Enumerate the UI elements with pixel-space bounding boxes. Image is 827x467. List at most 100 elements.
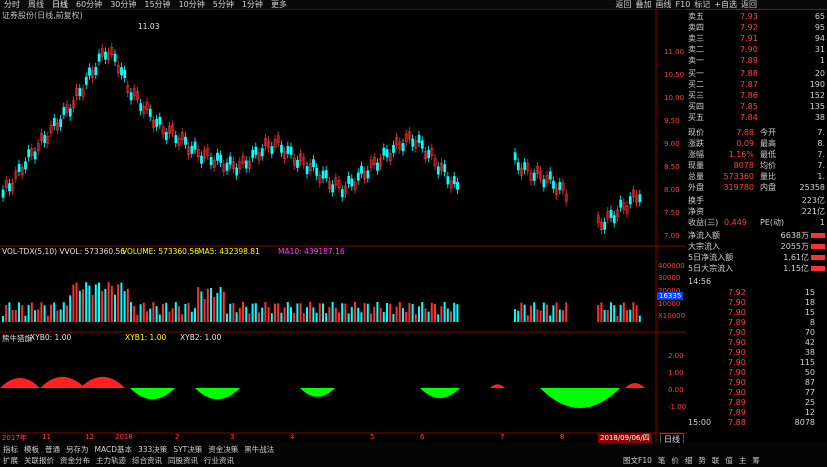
toolbar-right-6[interactable]: 返回 [741, 0, 757, 9]
volume-bar [43, 305, 46, 322]
volume-bar [5, 305, 8, 322]
volume-bar [632, 302, 635, 322]
quote-panel: 卖五 7.93 65 卖四 7.92 95 卖三 7.91 94 卖二 7.90 31 卖一 7.89 1 买… [686, 9, 827, 442]
period-2[interactable]: 日线 [48, 0, 72, 9]
ask-price: 7.93 [740, 12, 758, 21]
quote-extra-1: 净资 221亿 [688, 206, 827, 217]
bottom-tab-4[interactable]: MACD基本 [92, 444, 135, 455]
bottom-link-5[interactable]: 同股资讯 [165, 455, 201, 466]
volume-bar [392, 313, 395, 322]
volume-bar [82, 289, 84, 322]
price-tick-4: 9.00 [664, 140, 680, 148]
volume-bar [165, 302, 168, 322]
volume-bar [46, 315, 49, 322]
volume-bar [238, 307, 241, 322]
volume-bar [251, 303, 254, 322]
volume-bar [94, 284, 97, 322]
bottom-right-tab-4[interactable]: 势 [695, 455, 709, 466]
bottom-tab-3[interactable]: 另存为 [63, 444, 92, 455]
ask-vol: 94 [814, 34, 825, 43]
bottom-right-tab-6[interactable]: 值 [722, 455, 736, 466]
volume-bar [155, 306, 158, 322]
bid-vol: 190 [809, 80, 825, 89]
toolbar-right-2[interactable]: 画线 [656, 0, 672, 9]
bottom-right-tab-1[interactable]: 笔 [655, 455, 669, 466]
volume-bar [107, 282, 110, 322]
toolbar-right: 返回 叠加 画线 F10 标记 +自选 返回 [616, 0, 757, 9]
bottom-right-tab-8[interactable]: 筹 [749, 455, 763, 466]
candle [139, 103, 143, 112]
candle [638, 194, 642, 203]
toolbar-right-1[interactable]: 叠加 [636, 0, 652, 9]
period-8[interactable]: 1分钟 [238, 0, 267, 9]
volume-value: VOLUME: 573360.56 [122, 247, 199, 256]
toolbar-right-4[interactable]: 标记 [694, 0, 710, 9]
volume-bar [174, 302, 177, 322]
bottom-right-tab-0[interactable]: 图文F10 [620, 455, 655, 466]
toolbar-right-3[interactable]: F10 [676, 0, 691, 9]
period-6[interactable]: 10分钟 [175, 0, 209, 9]
quote-value: 8078 [733, 161, 754, 170]
volume-bar [629, 309, 632, 322]
date-tick-6: 4 [290, 433, 295, 441]
bottom-link-4[interactable]: 综合资讯 [129, 455, 165, 466]
period-4[interactable]: 30分钟 [106, 0, 140, 9]
bottom-right-tab-7[interactable]: 主 [736, 455, 750, 466]
bottom-tab-0[interactable]: 指标 [0, 444, 21, 455]
volume-bar [258, 312, 260, 322]
kline-chart[interactable] [0, 9, 686, 443]
period-5[interactable]: 15分钟 [140, 0, 174, 9]
volume-bar [565, 302, 568, 322]
date-tick-10: 8 [560, 433, 565, 441]
candle [315, 167, 319, 176]
bottom-tab-7[interactable]: 资金决策 [205, 444, 241, 455]
ask-row-2: 卖三 7.91 94 [688, 33, 827, 44]
candle [321, 170, 325, 179]
candle [209, 157, 213, 165]
bottom-tab-1[interactable]: 模板 [21, 444, 42, 455]
indicator-name[interactable]: 熊牛猎旗 [2, 333, 32, 344]
toolbar-right-5[interactable]: +自选 [714, 0, 737, 9]
indicator-area [300, 388, 335, 397]
quote-row-5: 外盘 319780 内盘 25358 [688, 182, 827, 193]
quote-value: 7.88 [736, 128, 754, 137]
period-7[interactable]: 5分钟 [209, 0, 238, 9]
volume-bar [114, 294, 116, 322]
period-1[interactable]: 周线 [24, 0, 48, 9]
candle [8, 183, 11, 192]
bottom-right-tab-5[interactable]: 联 [709, 455, 723, 466]
period-0[interactable]: 分时 [0, 0, 24, 9]
vol-tick-4: X10000 [658, 312, 686, 320]
volume-bar [72, 284, 75, 322]
bottom-right-tab-2[interactable]: 价 [668, 455, 682, 466]
period-9[interactable]: 更多 [267, 0, 291, 9]
bottom-link-6[interactable]: 行业资讯 [201, 455, 237, 466]
date-tick-8: 6 [420, 433, 425, 441]
bid-row-0: 买一 7.88 20 [688, 68, 827, 79]
bottom-tab-5[interactable]: 333决策 [135, 444, 170, 455]
volume-bar [424, 308, 427, 322]
volume-bar [530, 305, 532, 322]
candle [542, 179, 546, 188]
period-3[interactable]: 60分钟 [72, 0, 106, 9]
candle [113, 53, 117, 62]
bottom-right-tab-3[interactable]: 细 [682, 455, 696, 466]
bottom-link-1[interactable]: 关联报价 [21, 455, 57, 466]
volume-bar [539, 310, 542, 322]
bottom-link-0[interactable]: 扩展 [0, 455, 21, 466]
volume-bar [325, 313, 328, 322]
bottom-tab-2[interactable]: 普通 [42, 444, 63, 455]
candle [609, 209, 613, 218]
bottom-tab-6[interactable]: SYT决策 [170, 444, 205, 455]
toolbar-right-0[interactable]: 返回 [616, 0, 632, 9]
volume-bar [85, 282, 88, 322]
bottom-link-2[interactable]: 资金分布 [57, 455, 93, 466]
candle [59, 119, 63, 128]
candle [228, 156, 232, 165]
candle [286, 145, 290, 154]
volume-bar [405, 311, 408, 322]
candle [436, 166, 440, 175]
bottom-tab-8[interactable]: 黑牛战法 [241, 444, 277, 455]
bottom-link-3[interactable]: 主力轨迹 [93, 455, 129, 466]
volume-bar [389, 303, 392, 322]
